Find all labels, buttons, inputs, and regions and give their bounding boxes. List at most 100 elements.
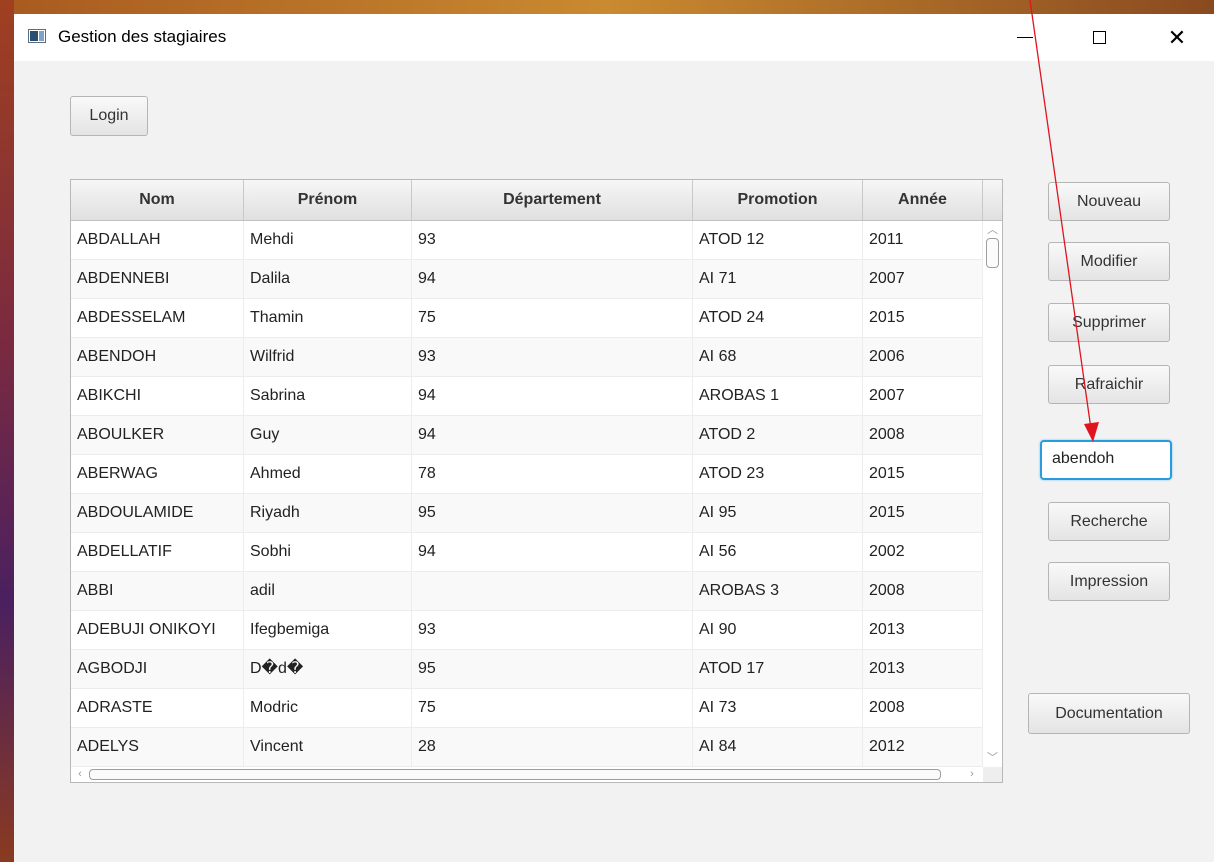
table-row[interactable]: ABOULKER Guy 94 ATOD 2 2008 [71, 416, 983, 455]
cell-annee: 2013 [863, 611, 983, 649]
cell-departement: 93 [412, 221, 693, 259]
cell-promotion: AROBAS 1 [693, 377, 863, 415]
table-row[interactable]: ABBI adil AROBAS 3 2008 [71, 572, 983, 611]
desktop-background-top [0, 0, 1214, 14]
vertical-scrollbar[interactable]: ︿ ﹀ [983, 221, 1002, 767]
minimize-button[interactable] [1002, 14, 1048, 61]
table-row[interactable]: ABIKCHI Sabrina 94 AROBAS 1 2007 [71, 377, 983, 416]
title-bar: Gestion des stagiaires ✕ [14, 14, 1214, 61]
cell-departement: 94 [412, 260, 693, 298]
cell-departement: 94 [412, 533, 693, 571]
cell-nom: ADRASTE [71, 689, 244, 727]
table-body[interactable]: ABDALLAH Mehdi 93 ATOD 12 2011 ABDENNEBI Dalil… [71, 221, 983, 767]
app-window: Gestion des stagiaires ✕ Login Nom Prénom… [14, 14, 1214, 862]
table-row[interactable]: ABDELLATIF Sobhi 94 AI 56 2002 [71, 533, 983, 572]
maximize-icon [1092, 31, 1106, 44]
horizontal-scroll-thumb[interactable] [89, 769, 941, 780]
cell-promotion: ATOD 12 [693, 221, 863, 259]
cell-departement: 95 [412, 650, 693, 688]
cell-annee: 2015 [863, 299, 983, 337]
login-button[interactable]: Login [70, 96, 148, 136]
scroll-left-icon[interactable]: ‹ [73, 767, 87, 782]
scroll-up-icon[interactable]: ︿ [983, 223, 1002, 237]
modifier-button[interactable]: Modifier [1048, 242, 1170, 281]
supprimer-button[interactable]: Supprimer [1048, 303, 1170, 342]
table-row[interactable]: ABDENNEBI Dalila 94 AI 71 2007 [71, 260, 983, 299]
cell-departement: 94 [412, 416, 693, 454]
cell-nom: ABDENNEBI [71, 260, 244, 298]
cell-annee: 2013 [863, 650, 983, 688]
cell-prenom: Dalila [244, 260, 412, 298]
table-row[interactable]: ABDOULAMIDE Riyadh 95 AI 95 2015 [71, 494, 983, 533]
header-departement[interactable]: Département [412, 180, 693, 220]
header-annee[interactable]: Année [863, 180, 983, 220]
cell-annee: 2015 [863, 455, 983, 493]
cell-nom: ADEBUJI ONIKOYI [71, 611, 244, 649]
cell-prenom: Modric [244, 689, 412, 727]
close-button[interactable]: ✕ [1154, 14, 1200, 61]
cell-annee: 2012 [863, 728, 983, 766]
cell-promotion: AI 56 [693, 533, 863, 571]
cell-prenom: Guy [244, 416, 412, 454]
recherche-button[interactable]: Recherche [1048, 502, 1170, 541]
rafraichir-button[interactable]: Rafraichir [1048, 365, 1170, 404]
cell-promotion: AI 68 [693, 338, 863, 376]
minimize-icon [1017, 37, 1033, 38]
header-promotion[interactable]: Promotion [693, 180, 863, 220]
cell-promotion: AI 71 [693, 260, 863, 298]
table-row[interactable]: ABDALLAH Mehdi 93 ATOD 12 2011 [71, 221, 983, 260]
cell-annee: 2008 [863, 416, 983, 454]
cell-annee: 2007 [863, 260, 983, 298]
documentation-button[interactable]: Documentation [1028, 693, 1190, 734]
maximize-button[interactable] [1076, 14, 1122, 61]
table-row[interactable]: ABERWAG Ahmed 78 ATOD 23 2015 [71, 455, 983, 494]
cell-nom: ADELYS [71, 728, 244, 766]
cell-nom: ABDESSELAM [71, 299, 244, 337]
impression-button[interactable]: Impression [1048, 562, 1170, 601]
cell-promotion: ATOD 24 [693, 299, 863, 337]
table-row[interactable]: ADRASTE Modric 75 AI 73 2008 [71, 689, 983, 728]
cell-departement: 28 [412, 728, 693, 766]
table-row[interactable]: ABENDOH Wilfrid 93 AI 68 2006 [71, 338, 983, 377]
search-input[interactable]: abendoh [1040, 440, 1172, 480]
cell-promotion: ATOD 17 [693, 650, 863, 688]
cell-prenom: D�d� [244, 650, 412, 688]
cell-promotion: AI 84 [693, 728, 863, 766]
app-icon [28, 29, 46, 43]
desktop-background-left [0, 0, 14, 862]
scroll-right-icon[interactable]: › [965, 767, 979, 782]
table-row[interactable]: ADEBUJI ONIKOYI Ifegbemiga 93 AI 90 2013 [71, 611, 983, 650]
table-row[interactable]: ABDESSELAM Thamin 75 ATOD 24 2015 [71, 299, 983, 338]
cell-prenom: Vincent [244, 728, 412, 766]
header-nom[interactable]: Nom [71, 180, 244, 220]
close-icon: ✕ [1167, 24, 1187, 50]
cell-promotion: AROBAS 3 [693, 572, 863, 610]
cell-prenom: Ifegbemiga [244, 611, 412, 649]
cell-departement [412, 572, 693, 610]
cell-prenom: Wilfrid [244, 338, 412, 376]
cell-promotion: ATOD 2 [693, 416, 863, 454]
cell-departement: 93 [412, 338, 693, 376]
cell-prenom: Ahmed [244, 455, 412, 493]
horizontal-scrollbar[interactable]: ‹ › [71, 767, 1002, 782]
cell-nom: ABDOULAMIDE [71, 494, 244, 532]
cell-annee: 2011 [863, 221, 983, 259]
cell-prenom: Sabrina [244, 377, 412, 415]
cell-promotion: AI 90 [693, 611, 863, 649]
cell-departement: 93 [412, 611, 693, 649]
cell-annee: 2008 [863, 689, 983, 727]
table-row[interactable]: AGBODJI D�d� 95 ATOD 17 2013 [71, 650, 983, 689]
cell-departement: 75 [412, 299, 693, 337]
vertical-scroll-thumb[interactable] [986, 238, 999, 268]
cell-annee: 2007 [863, 377, 983, 415]
scroll-down-icon[interactable]: ﹀ [983, 751, 1002, 765]
cell-nom: ABIKCHI [71, 377, 244, 415]
stagiaires-table: Nom Prénom Département Promotion Année ABDAL… [70, 179, 1003, 783]
table-row[interactable]: ADELYS Vincent 28 AI 84 2012 [71, 728, 983, 767]
cell-annee: 2002 [863, 533, 983, 571]
cell-annee: 2008 [863, 572, 983, 610]
header-prenom[interactable]: Prénom [244, 180, 412, 220]
nouveau-button[interactable]: Nouveau [1048, 182, 1170, 221]
cell-nom: ABERWAG [71, 455, 244, 493]
cell-prenom: Thamin [244, 299, 412, 337]
